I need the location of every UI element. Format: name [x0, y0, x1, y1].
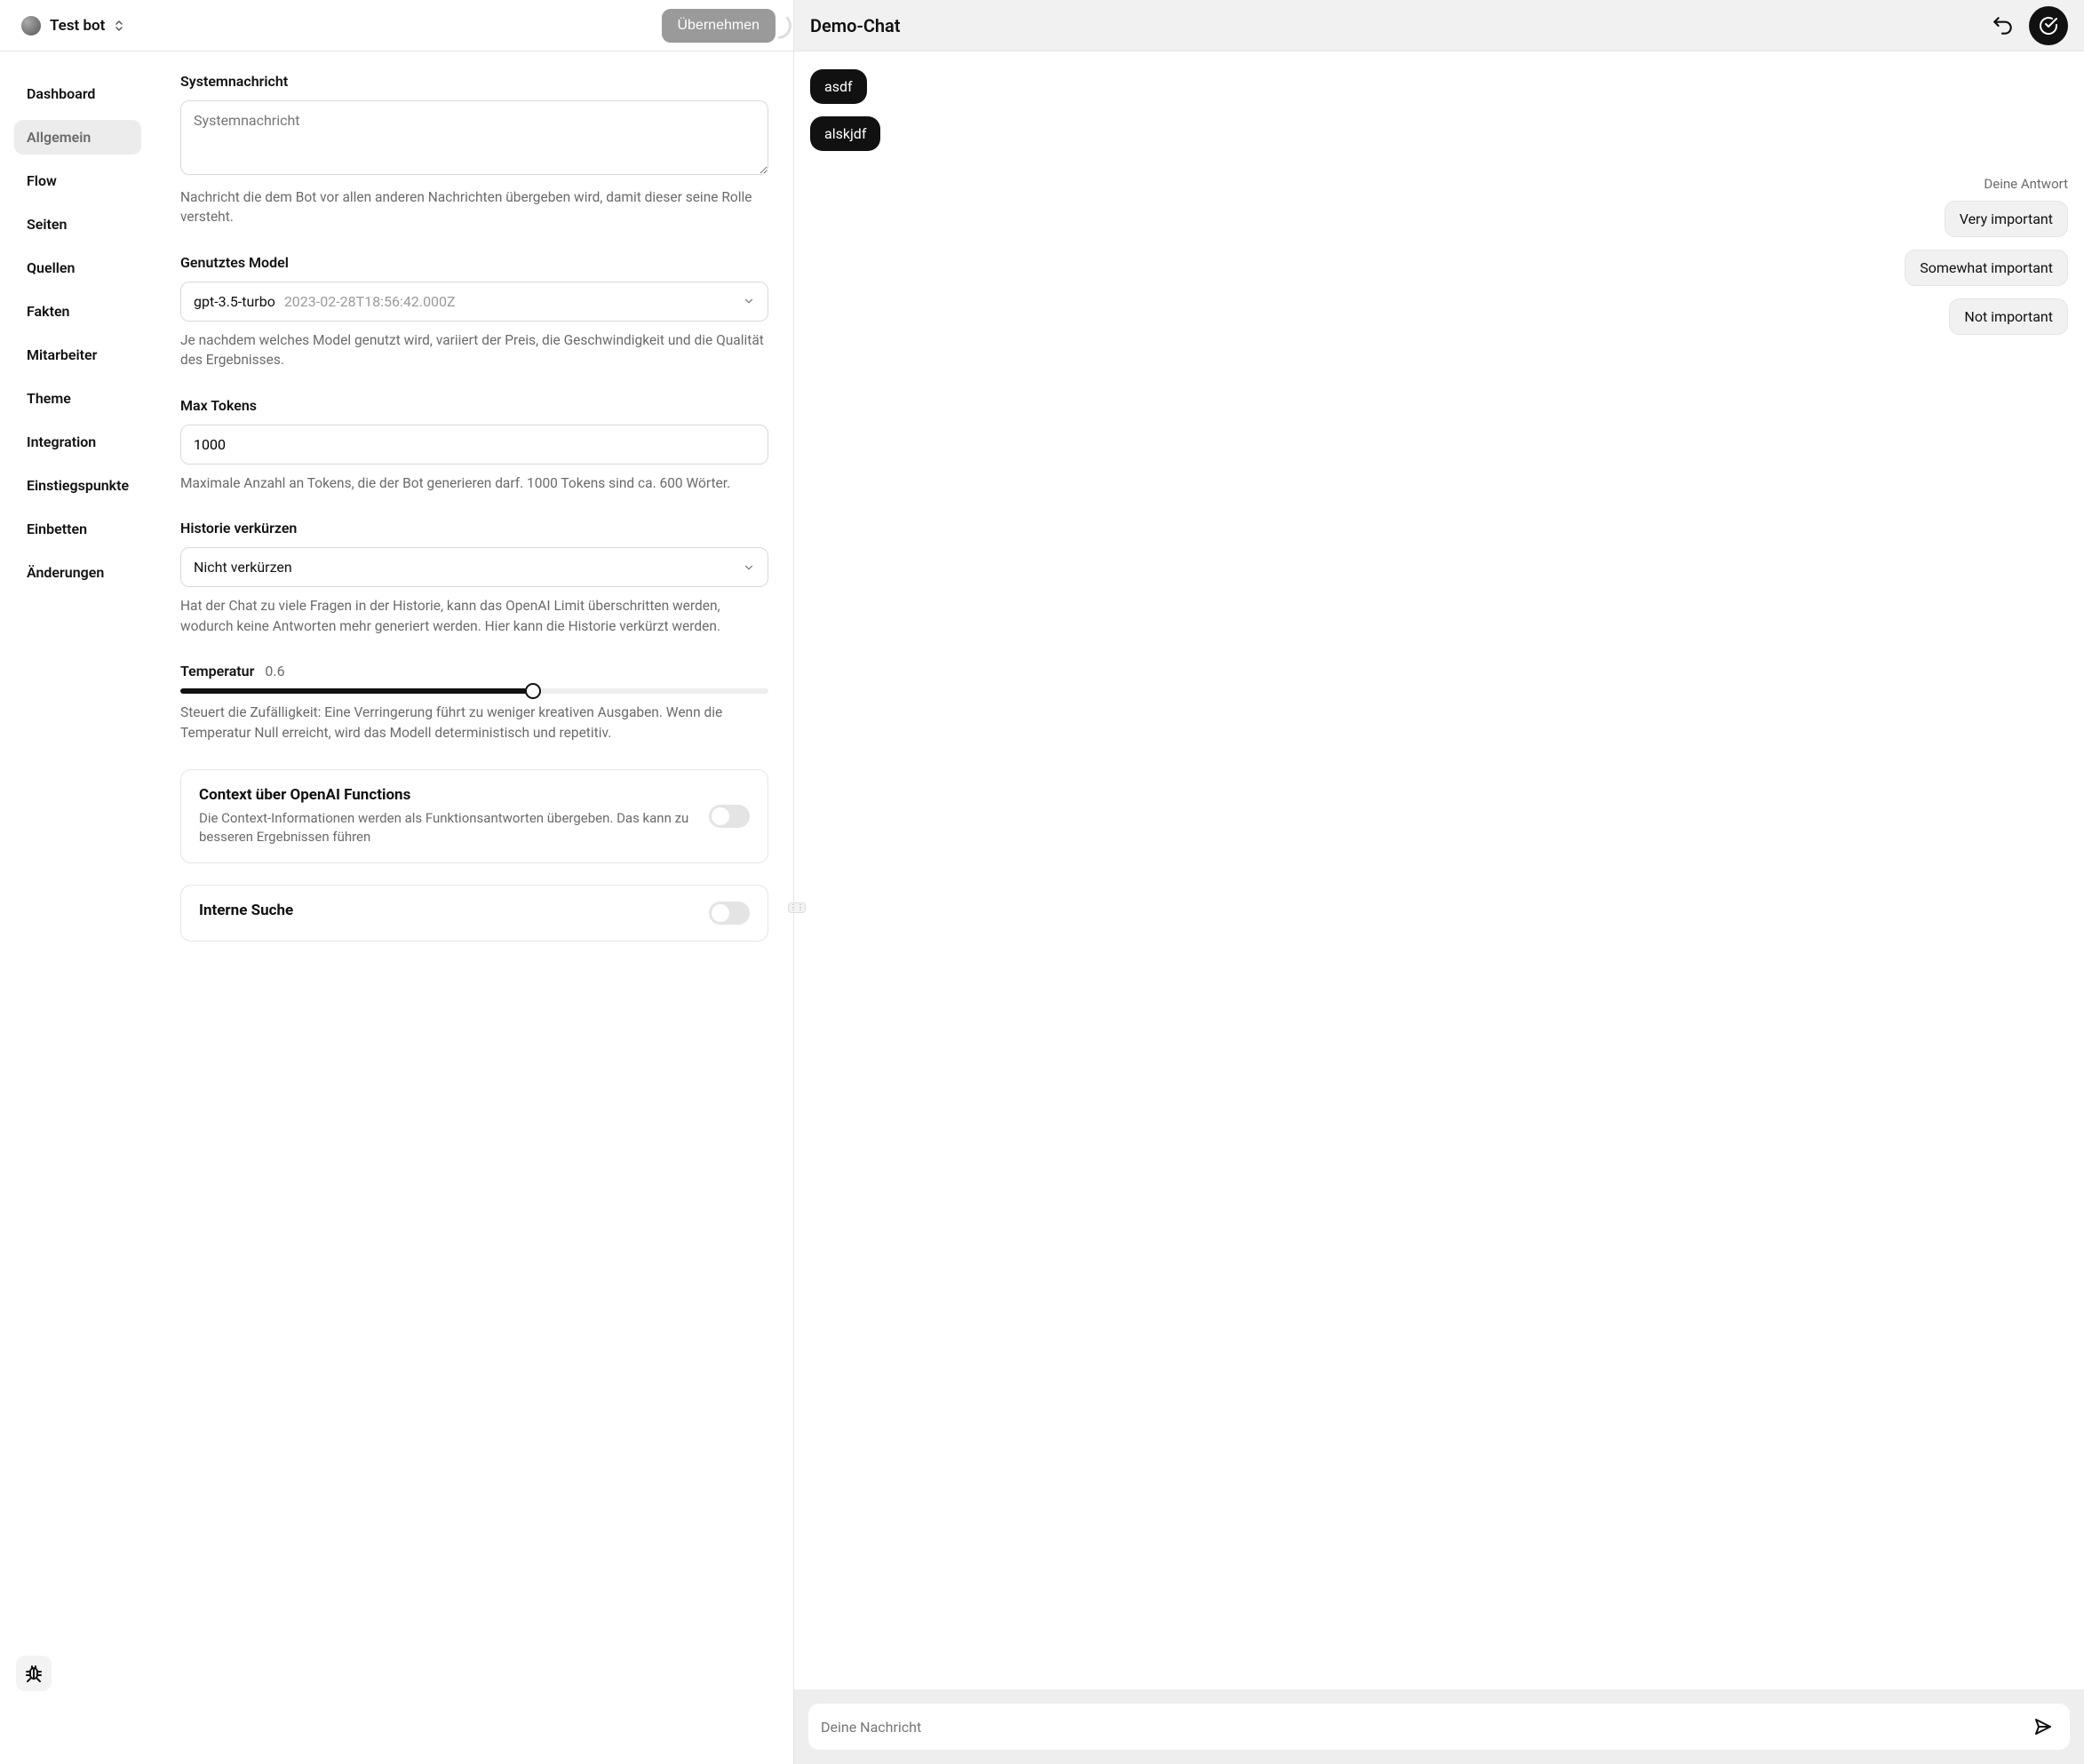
sidebar-item-allgemein[interactable]: Allgemein [14, 120, 141, 155]
updown-chevron-icon [114, 19, 124, 33]
sidebar-item-seiten[interactable]: Seiten [14, 207, 141, 242]
model-select[interactable]: gpt-3.5-turbo 2023-02-28T18:56:42.000Z [180, 282, 768, 322]
sidebar-item-flow[interactable]: Flow [14, 163, 141, 198]
bug-report-button[interactable] [16, 1656, 52, 1691]
context-functions-desc: Die Context-Informationen werden als Fun… [199, 809, 691, 846]
model-date: 2023-02-28T18:56:42.000Z [284, 293, 456, 310]
temperature-label: Temperatur [180, 663, 254, 679]
sidebar-item-theme[interactable]: Theme [14, 381, 141, 416]
answer-option[interactable]: Very important [1945, 201, 2068, 237]
system-message-help: Nachricht die dem Bot vor allen anderen … [180, 187, 768, 227]
toggle-thumb [712, 807, 729, 825]
context-functions-toggle[interactable] [709, 805, 750, 828]
sidebar-item-einstiegspunkte[interactable]: Einstiegspunkte [14, 468, 141, 503]
sidebar-item-quellen[interactable]: Quellen [14, 250, 141, 285]
temperature-help: Steuert die Zufälligkeit: Eine Verringer… [180, 703, 768, 743]
apply-button[interactable]: Übernehmen [662, 9, 776, 43]
model-label: Genutztes Model [180, 254, 768, 271]
bot-name: Test bot [50, 17, 105, 35]
bot-message: asdf [810, 69, 867, 104]
history-help: Hat der Chat zu viele Fragen in der Hist… [180, 596, 768, 636]
max-tokens-help: Maximale Anzahl an Tokens, die der Bot g… [180, 473, 768, 493]
model-value: gpt-3.5-turbo [194, 293, 275, 310]
bot-avatar [21, 16, 41, 36]
check-circle-icon [2038, 15, 2059, 36]
sidebar-item-aenderungen[interactable]: Änderungen [14, 555, 141, 590]
chevron-down-icon [743, 561, 755, 574]
history-value: Nicht verkürzen [194, 559, 292, 576]
sidebar-item-fakten[interactable]: Fakten [14, 294, 141, 329]
system-message-label: Systemnachricht [180, 73, 768, 90]
system-message-input[interactable] [180, 100, 768, 175]
temperature-value: 0.6 [265, 663, 284, 679]
slider-thumb[interactable] [525, 683, 541, 699]
chat-panel: ⋮⋮ asdf alskjdf Deine Antwort Very impor… [793, 52, 2084, 1764]
toggle-thumb [712, 904, 729, 922]
max-tokens-input[interactable] [180, 425, 768, 465]
send-button[interactable] [2029, 1712, 2057, 1741]
chevron-down-icon [743, 295, 755, 307]
bot-message: alskjdf [810, 116, 880, 151]
chat-input[interactable] [821, 1719, 2029, 1736]
bug-icon [23, 1663, 44, 1684]
history-select[interactable]: Nicht verkürzen [180, 547, 768, 587]
internal-search-title: Interne Suche [199, 902, 691, 919]
demo-chat-title: Demo-Chat [810, 15, 901, 36]
sidebar-item-mitarbeiter[interactable]: Mitarbeiter [14, 338, 141, 372]
answer-label: Deine Antwort [810, 176, 2068, 192]
sidebar: Dashboard Allgemein Flow Seiten Quellen … [0, 52, 155, 1764]
sidebar-item-integration[interactable]: Integration [14, 425, 141, 459]
undo-button[interactable] [1988, 11, 2018, 41]
chat-messages: asdf alskjdf Deine Antwort Very importan… [794, 52, 2084, 1689]
sidebar-item-einbetten[interactable]: Einbetten [14, 512, 141, 546]
internal-search-toggle[interactable] [709, 902, 750, 925]
answer-option[interactable]: Somewhat important [1905, 250, 2068, 286]
bot-selector[interactable]: Test bot [21, 16, 124, 36]
slider-fill [180, 688, 533, 694]
temperature-slider[interactable] [180, 688, 768, 694]
settings-content: Systemnachricht Nachricht die dem Bot vo… [155, 52, 793, 1764]
sidebar-item-dashboard[interactable]: Dashboard [14, 76, 141, 111]
history-label: Historie verkürzen [180, 520, 768, 536]
context-functions-title: Context über OpenAI Functions [199, 786, 691, 804]
send-icon [2032, 1716, 2054, 1737]
undo-icon [1992, 14, 2015, 37]
answer-option[interactable]: Not important [1949, 298, 2068, 335]
panel-resize-handle[interactable]: ⋮⋮ [788, 902, 806, 913]
max-tokens-label: Max Tokens [180, 397, 768, 414]
confirm-button[interactable] [2029, 6, 2068, 45]
model-help: Je nachdem welches Model genutzt wird, v… [180, 330, 768, 370]
